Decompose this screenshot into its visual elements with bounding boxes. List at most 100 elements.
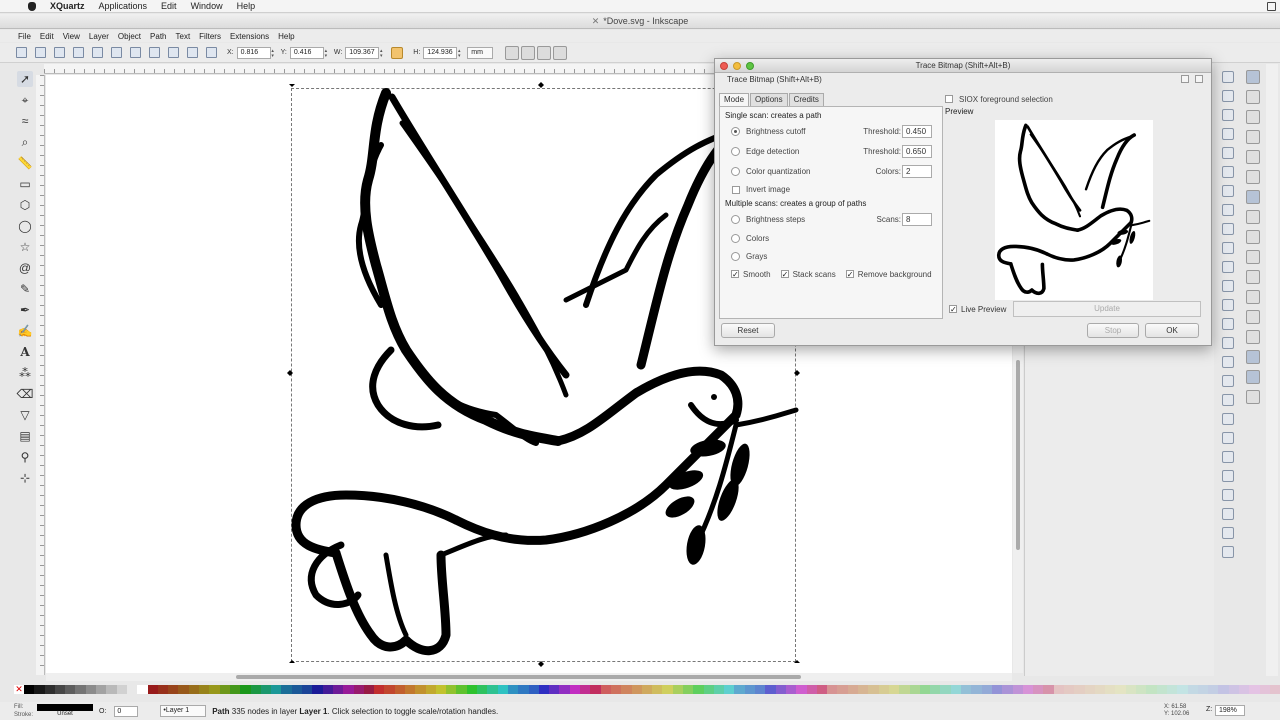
- layers-icon[interactable]: [1222, 470, 1234, 482]
- no-paint-swatch[interactable]: ✕: [14, 685, 24, 694]
- menu-applications[interactable]: Applications: [99, 1, 148, 11]
- scale-corners-icon[interactable]: [521, 45, 536, 60]
- 3d-box-tool-icon[interactable]: ⬡: [17, 197, 33, 213]
- snap-rotation-centers-icon[interactable]: [1246, 330, 1260, 344]
- palette-swatch[interactable]: [446, 685, 457, 694]
- palette-swatch[interactable]: [672, 685, 683, 694]
- fill-stroke-icon[interactable]: [1222, 432, 1234, 444]
- palette-swatch[interactable]: [487, 685, 498, 694]
- iconify-icon[interactable]: [1181, 75, 1189, 83]
- status-menu-icon[interactable]: [1267, 2, 1276, 11]
- edge-detection-radio[interactable]: [731, 146, 740, 156]
- menu-filters[interactable]: Filters: [199, 32, 221, 41]
- palette-swatch[interactable]: [744, 685, 756, 694]
- palette-swatch[interactable]: [971, 685, 982, 694]
- palette-swatch[interactable]: [85, 685, 97, 694]
- zoom-tool-icon[interactable]: ⌕: [17, 134, 33, 150]
- palette-swatch[interactable]: [1239, 685, 1250, 694]
- palette-swatch[interactable]: [374, 685, 385, 694]
- smooth-checkbox[interactable]: ✓: [731, 270, 739, 279]
- palette-swatch[interactable]: [1105, 685, 1116, 694]
- palette-swatch[interactable]: [302, 685, 313, 694]
- palette-swatch[interactable]: [1002, 685, 1013, 694]
- colors-count-field[interactable]: 2: [902, 164, 932, 178]
- snap-bbox-midpoints-icon[interactable]: [1246, 150, 1260, 164]
- rotate-cw-icon[interactable]: [92, 47, 103, 58]
- palette-swatch[interactable]: [703, 685, 714, 694]
- palette-swatch[interactable]: [229, 685, 241, 694]
- palette-swatch[interactable]: [940, 685, 951, 694]
- snap-page-border-icon[interactable]: [1246, 350, 1260, 364]
- dialog-titlebar[interactable]: Trace Bitmap (Shift+Alt+B): [715, 59, 1211, 73]
- zoom-drawing-icon[interactable]: [1222, 299, 1234, 311]
- snap-intersections-icon[interactable]: [1246, 230, 1260, 244]
- snap-midpoints-icon[interactable]: [1246, 290, 1260, 304]
- palette-swatch[interactable]: [785, 685, 797, 694]
- palette-swatch[interactable]: [549, 685, 560, 694]
- print-icon[interactable]: [1222, 128, 1234, 140]
- palette-swatch[interactable]: [343, 685, 354, 694]
- siox-checkbox[interactable]: [945, 95, 953, 103]
- palette-swatch[interactable]: [425, 685, 436, 694]
- palette-swatch[interactable]: [1166, 685, 1178, 694]
- palette-swatch[interactable]: [816, 685, 828, 694]
- ok-button[interactable]: OK: [1145, 323, 1199, 338]
- snap-centers-icon[interactable]: [1246, 310, 1260, 324]
- palette-swatch[interactable]: [878, 685, 889, 694]
- deselect-icon[interactable]: [54, 47, 65, 58]
- color-quantization-radio[interactable]: [731, 166, 740, 176]
- zoom-selection-icon[interactable]: [1222, 280, 1234, 292]
- palette-swatch[interactable]: [1156, 685, 1167, 694]
- menu-extensions[interactable]: Extensions: [230, 32, 269, 41]
- palette-swatch[interactable]: [157, 685, 169, 694]
- snap-paths-icon[interactable]: [1246, 210, 1260, 224]
- maximize-icon[interactable]: [746, 62, 754, 70]
- palette-swatch[interactable]: [569, 685, 581, 694]
- palette-swatch[interactable]: [1259, 685, 1270, 694]
- palette-swatch[interactable]: [559, 685, 570, 694]
- palette-swatch[interactable]: [147, 685, 158, 694]
- palette-swatch[interactable]: [888, 685, 900, 694]
- palette-swatch[interactable]: [1208, 685, 1219, 694]
- stack-scans-checkbox[interactable]: ✓: [780, 270, 789, 279]
- palette-swatch[interactable]: [755, 685, 766, 694]
- update-button[interactable]: Update: [1013, 301, 1201, 317]
- palette-swatch[interactable]: [477, 685, 488, 694]
- transform-gradients-icon[interactable]: [537, 45, 552, 60]
- rectangle-tool-icon[interactable]: ▭: [17, 176, 33, 192]
- palette-swatch[interactable]: [950, 685, 962, 694]
- palette-swatch[interactable]: [44, 685, 55, 694]
- pen-tool-icon[interactable]: ✒: [17, 302, 33, 318]
- reset-button[interactable]: Reset: [721, 323, 775, 338]
- menu-edit[interactable]: Edit: [40, 32, 54, 41]
- measure-tool-icon[interactable]: 📏: [17, 155, 33, 171]
- palette-swatch[interactable]: [621, 685, 632, 694]
- colors-radio[interactable]: [731, 233, 740, 243]
- star-tool-icon[interactable]: ☆: [17, 239, 33, 255]
- palette-swatch[interactable]: [106, 685, 117, 694]
- palette-swatch[interactable]: [168, 685, 179, 694]
- menu-xquartz[interactable]: XQuartz: [50, 1, 85, 11]
- palette-swatch[interactable]: [652, 685, 663, 694]
- copy-icon[interactable]: [1222, 223, 1234, 235]
- brightness-steps-radio[interactable]: [731, 214, 740, 224]
- palette-swatch[interactable]: [1187, 685, 1198, 694]
- apple-icon[interactable]: [28, 1, 36, 11]
- palette-swatch[interactable]: [1043, 685, 1054, 694]
- close-panel-icon[interactable]: [1195, 75, 1203, 83]
- palette-swatch[interactable]: [919, 685, 931, 694]
- xml-editor-icon[interactable]: [1222, 489, 1234, 501]
- import-icon[interactable]: [1222, 147, 1234, 159]
- snap-bbox-corners-icon[interactable]: [1246, 130, 1260, 144]
- brightness-threshold-field[interactable]: 0.450: [902, 124, 932, 138]
- ungroup-icon[interactable]: [1222, 413, 1234, 425]
- palette-swatch[interactable]: [240, 685, 251, 694]
- unlink-clone-icon[interactable]: [1222, 375, 1234, 387]
- palette-swatch[interactable]: [775, 685, 786, 694]
- palette-swatch[interactable]: [683, 685, 694, 694]
- w-field[interactable]: 109.367: [345, 46, 386, 59]
- palette-swatch[interactable]: [1012, 685, 1023, 694]
- snap-bbox-icon[interactable]: [1246, 90, 1260, 104]
- palette-swatch[interactable]: [590, 685, 601, 694]
- palette-swatch[interactable]: [981, 685, 992, 694]
